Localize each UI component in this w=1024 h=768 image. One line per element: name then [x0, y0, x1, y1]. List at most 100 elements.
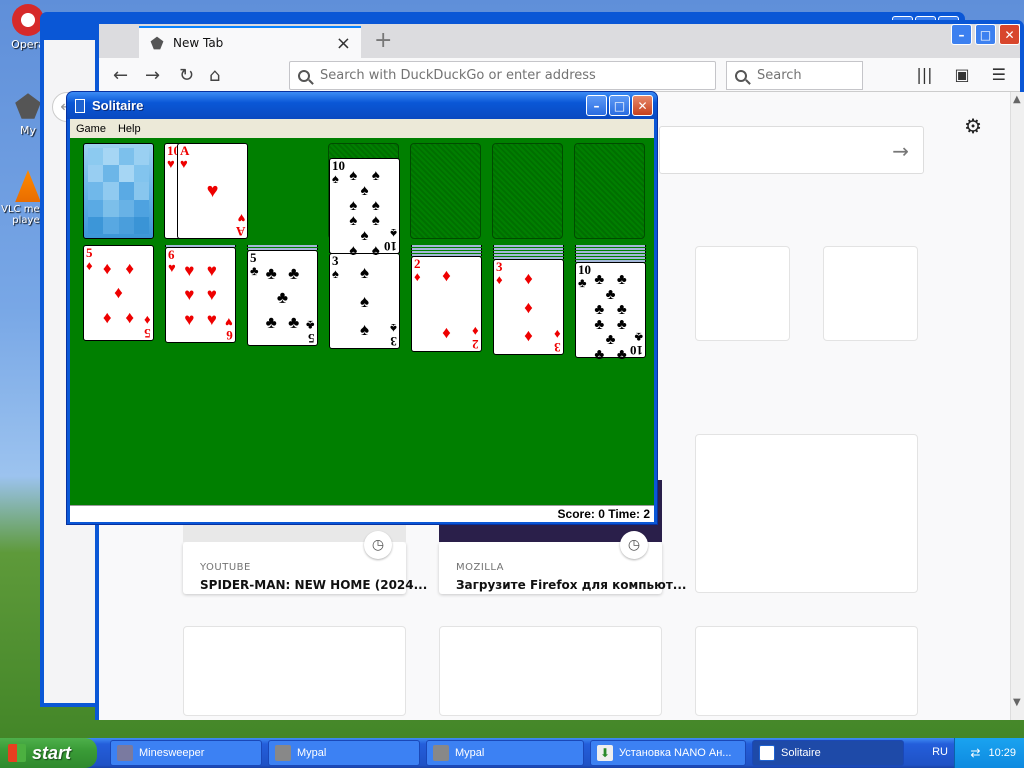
tableau-card-10-clubs[interactable]: 10 ♣ ♣ ♣ ♣ ♣ ♣ ♣ ♣ ♣ ♣ ♣ 10 ♣: [575, 262, 646, 363]
mypal-icon: [433, 745, 449, 761]
clock-icon: ◷: [620, 531, 648, 559]
facedown-card-edge: [575, 257, 646, 259]
network-icon[interactable]: ⇄: [970, 746, 980, 760]
close-button[interactable]: ✕: [999, 24, 1020, 45]
facedown-card-edge: [247, 245, 318, 247]
facedown-card-edge: [575, 254, 646, 256]
tableau-card-5-clubs[interactable]: 5 ♣ ♣ ♣ ♣ ♣ ♣ 5 ♣: [247, 250, 318, 346]
tab-new-tab[interactable]: New Tab ×: [139, 26, 361, 58]
back-arrow-icon[interactable]: ←: [113, 65, 128, 86]
new-tab-button[interactable]: +: [374, 28, 392, 53]
solitaire-app-icon: [75, 98, 85, 113]
system-tray: ⇄ 10:29: [954, 738, 1024, 768]
close-button[interactable]: ✕: [632, 95, 653, 116]
search-placeholder: Search: [757, 68, 802, 83]
facedown-card-edge: [575, 245, 646, 247]
menu-help[interactable]: Help: [112, 123, 147, 135]
search-box[interactable]: Search: [726, 61, 863, 90]
tableau-card-6-hearts[interactable]: 6 ♥ ♥ ♥ ♥ ♥ ♥ ♥ 6 ♥: [165, 247, 236, 343]
library-icon[interactable]: |||: [916, 65, 932, 84]
taskbar-item-solitaire[interactable]: Solitaire: [752, 740, 904, 766]
address-placeholder: Search with DuckDuckGo or enter address: [320, 68, 596, 83]
card-table[interactable]: 10 ♥ A ♥ ♥ A ♥ 5 ♦ ♦ ♦ ♦ ♦ ♦ 5 ♦ 6 ♥ ♥ ♥ ♥ ♥ ♥ ♥ 6 ♥ 5 ♣: [70, 138, 654, 505]
clock[interactable]: 10:29: [988, 747, 1016, 759]
search-icon: [735, 69, 747, 82]
minesweeper-icon: [117, 745, 133, 761]
solitaire-caption-buttons: – □ ✕: [586, 95, 653, 116]
card-source: YOUTUBE: [200, 562, 251, 573]
facedown-card-edge: [411, 251, 482, 253]
forward-arrow-icon[interactable]: →: [145, 65, 160, 86]
tab-bar: New Tab × +: [99, 24, 1020, 58]
taskbar-item-label: Solitaire: [781, 747, 821, 759]
taskbar-item-label: Mypal: [455, 747, 485, 759]
top-site-tile[interactable]: [823, 246, 918, 341]
solitaire-titlebar[interactable]: Solitaire: [67, 92, 657, 119]
facedown-card-edge: [493, 248, 564, 250]
close-tab-icon[interactable]: ×: [336, 33, 351, 54]
facedown-card-edge: [411, 245, 482, 247]
foundation-slot[interactable]: [410, 143, 481, 239]
page-scrollbar[interactable]: ▲ ▼: [1010, 92, 1024, 720]
windows-flag-icon: [8, 744, 26, 762]
tableau-card-3-spades[interactable]: 3 ♠ ♠ ♠ ♠ 3 ♠: [329, 253, 400, 349]
waste-card-ace-hearts[interactable]: A ♥ ♥ A ♥: [177, 143, 248, 239]
highlight-card[interactable]: [695, 626, 918, 716]
tableau-card-5-diamonds[interactable]: 5 ♦ ♦ ♦ ♦ ♦ ♦ 5 ♦: [83, 245, 154, 341]
home-icon[interactable]: ⌂: [209, 65, 220, 86]
highlight-card[interactable]: [695, 434, 918, 593]
top-site-tile[interactable]: [695, 246, 790, 341]
stock-pile[interactable]: [83, 143, 154, 239]
facedown-card-edge: [411, 248, 482, 250]
solitaire-window[interactable]: Solitaire – □ ✕ Game Help 10♥ A♥ ♥ A♥: [66, 91, 658, 525]
taskbar-item-mypal[interactable]: Mypal: [268, 740, 420, 766]
foundation-slot[interactable]: [492, 143, 563, 239]
taskbar-item-mypal[interactable]: Mypal: [426, 740, 584, 766]
scroll-up-icon[interactable]: ▲: [1013, 94, 1021, 105]
highlight-card-youtube[interactable]: ◷ YOUTUBE SPIDER-MAN: NEW HOME (2024...: [183, 480, 427, 594]
foundation-slot[interactable]: [574, 143, 645, 239]
start-button[interactable]: start: [0, 738, 97, 768]
facedown-card-edge: [493, 245, 564, 247]
go-arrow-icon[interactable]: →: [892, 139, 909, 163]
minimize-button[interactable]: –: [951, 24, 972, 45]
language-indicator[interactable]: RU: [932, 746, 948, 758]
reload-icon[interactable]: ↻: [179, 65, 194, 86]
gear-icon[interactable]: ⚙: [964, 114, 982, 138]
menu-icon[interactable]: ☰: [992, 65, 1006, 84]
taskbar-item-label: Minesweeper: [139, 747, 205, 759]
card-title: SPIDER-MAN: NEW HOME (2024...: [200, 578, 428, 592]
window-title: Solitaire: [92, 98, 144, 113]
maximize-button[interactable]: □: [609, 95, 630, 116]
menu-game[interactable]: Game: [70, 123, 112, 135]
highlight-card[interactable]: [439, 626, 662, 716]
solitaire-app-icon: [759, 745, 775, 761]
tableau-card-2-diamonds[interactable]: 2 ♦ ♦ ♦ 2 ♦: [411, 256, 482, 352]
taskbar-item-label: Установка NANO Ан...: [619, 747, 732, 759]
tableau-card-3-diamonds[interactable]: 3 ♦ ♦ ♦ ♦ 3 ♦: [493, 259, 564, 355]
taskbar: start Minesweeper Mypal Mypal ⬇ Установк…: [0, 738, 1024, 768]
menu-bar: Game Help: [70, 119, 654, 138]
facedown-card-edge: [575, 248, 646, 250]
facedown-card-edge: [493, 254, 564, 256]
tab-title: New Tab: [173, 36, 224, 50]
page-search-box[interactable]: →: [659, 126, 924, 174]
highlight-card-mozilla[interactable]: ◷ MOZILLA Загрузите Firefox для компьют.…: [439, 480, 686, 594]
navigation-toolbar: ← → ↻ ⌂ Search with DuckDuckGo or enter …: [99, 58, 1020, 92]
start-label: start: [32, 742, 72, 763]
mypal-icon: [150, 36, 164, 50]
taskbar-item-minesweeper[interactable]: Minesweeper: [110, 740, 262, 766]
highlight-card[interactable]: [183, 626, 406, 716]
taskbar-item-label: Mypal: [297, 747, 327, 759]
firefox-caption-buttons: – □ ✕: [951, 24, 1020, 45]
scroll-down-icon[interactable]: ▼: [1013, 697, 1021, 708]
card-title: Загрузите Firefox для компьют...: [456, 578, 687, 592]
facedown-card-edge: [493, 251, 564, 253]
dragged-card-10-spades[interactable]: 10 ♠ ♠ ♠ ♠ ♠ ♠ ♠ ♠ ♠ ♠ ♠ 10 ♠: [329, 158, 400, 259]
maximize-button[interactable]: □: [975, 24, 996, 45]
taskbar-item-installer[interactable]: ⬇ Установка NANO Ан...: [590, 740, 746, 766]
address-bar[interactable]: Search with DuckDuckGo or enter address: [289, 61, 716, 90]
download-icon: ⬇: [597, 745, 613, 761]
minimize-button[interactable]: –: [586, 95, 607, 116]
sidebar-icon[interactable]: ▣: [955, 65, 970, 84]
